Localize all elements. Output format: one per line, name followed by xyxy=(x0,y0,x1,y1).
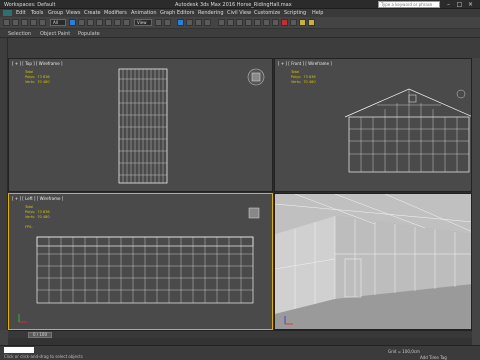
time-slider[interactable]: 0 / 100 xyxy=(8,330,472,338)
search-box[interactable] xyxy=(378,1,440,8)
left-view-wireframe xyxy=(18,207,260,323)
move-icon[interactable] xyxy=(105,19,112,26)
minimize-icon[interactable]: – xyxy=(444,1,453,8)
spinner-snap-icon[interactable] xyxy=(204,19,211,26)
window-title: Autodesk 3ds Max 2016 Horse_RidingHall.m… xyxy=(175,2,292,8)
menu-scripting[interactable]: Scripting xyxy=(284,10,306,16)
status-bar: Click or click-and-drag to select object… xyxy=(0,345,480,360)
rendered-frame-window-icon[interactable] xyxy=(299,19,306,26)
menu-group[interactable]: Group xyxy=(48,10,63,16)
menu-create[interactable]: Create xyxy=(84,10,101,16)
workspace-selector[interactable]: Workspaces: Default xyxy=(4,2,55,8)
snaps-toggle-icon[interactable] xyxy=(177,19,184,26)
menu-help[interactable]: Help xyxy=(312,10,323,16)
ribbon: Selection Object Paint Populate xyxy=(0,29,480,38)
material-editor-icon[interactable] xyxy=(281,19,288,26)
select-object-icon[interactable] xyxy=(69,19,76,26)
close-icon[interactable]: × xyxy=(466,1,475,8)
rectangular-selection-icon[interactable] xyxy=(87,19,94,26)
search-input[interactable] xyxy=(379,2,439,7)
select-by-name-icon[interactable] xyxy=(78,19,85,26)
app-logo-icon[interactable] xyxy=(3,10,12,16)
unlink-icon[interactable] xyxy=(30,19,37,26)
ribbon-panel xyxy=(0,38,480,58)
menu-modifiers[interactable]: Modifiers xyxy=(104,10,127,16)
menu-views[interactable]: Views xyxy=(66,10,80,16)
mirror-icon[interactable] xyxy=(227,19,234,26)
reference-coordinate-dropdown[interactable]: View xyxy=(134,19,152,26)
layer-explorer-icon[interactable] xyxy=(245,19,252,26)
maximize-icon[interactable]: □ xyxy=(455,1,464,8)
viewport-area: [ + ] [ Top ] [ Wireframe ] Total Polys:… xyxy=(8,58,472,330)
ribbon-tab-selection[interactable]: Selection xyxy=(8,31,31,37)
viewport-perspective[interactable] xyxy=(274,193,472,330)
main-toolbar: All View xyxy=(0,17,480,29)
maxscript-listener-input[interactable] xyxy=(4,347,34,353)
pivot-center-icon[interactable] xyxy=(155,19,162,26)
undo-icon[interactable] xyxy=(3,19,10,26)
viewport-left[interactable]: [ + ] [ Left ] [ Wireframe ] Total Polys… xyxy=(8,193,273,330)
graphite-toggle-icon[interactable] xyxy=(254,19,261,26)
viewport-top[interactable]: [ + ] [ Top ] [ Wireframe ] Total Polys:… xyxy=(8,58,273,192)
angle-snap-icon[interactable] xyxy=(186,19,193,26)
menu-tools[interactable]: Tools xyxy=(31,10,43,16)
align-icon[interactable] xyxy=(236,19,243,26)
named-selection-icon[interactable] xyxy=(218,19,225,26)
ribbon-tab-populate[interactable]: Populate xyxy=(78,31,100,37)
menu-civil-view[interactable]: Civil View xyxy=(227,10,251,16)
bind-space-warp-icon[interactable] xyxy=(39,19,46,26)
window-crossing-icon[interactable] xyxy=(96,19,103,26)
menu-animation[interactable]: Animation xyxy=(131,10,157,16)
menu-rendering[interactable]: Rendering xyxy=(198,10,224,16)
percent-snap-icon[interactable] xyxy=(195,19,202,26)
status-prompt: Click or click-and-drag to select object… xyxy=(4,354,83,359)
top-view-wireframe xyxy=(118,68,265,184)
left-tool-strip xyxy=(0,38,8,330)
menu-edit[interactable]: Edit xyxy=(16,10,26,16)
render-setup-icon[interactable] xyxy=(290,19,297,26)
menu-customize[interactable]: Customize xyxy=(254,10,280,16)
viewport-front[interactable]: [ + ] [ Front ] [ Wireframe ] Total Poly… xyxy=(274,58,472,192)
scale-icon[interactable] xyxy=(123,19,130,26)
rotate-icon[interactable] xyxy=(114,19,121,26)
track-bar[interactable] xyxy=(8,338,472,345)
redo-icon[interactable] xyxy=(12,19,19,26)
ribbon-tab-object-paint[interactable]: Object Paint xyxy=(40,31,70,37)
link-icon[interactable] xyxy=(21,19,28,26)
selection-filter-dropdown[interactable]: All xyxy=(50,19,66,26)
schematic-view-icon[interactable] xyxy=(272,19,279,26)
menu-bar: Edit Tools Group Views Create Modifiers … xyxy=(0,9,480,17)
render-production-icon[interactable] xyxy=(308,19,315,26)
curve-editor-icon[interactable] xyxy=(263,19,270,26)
front-view-wireframe xyxy=(344,88,471,173)
add-time-tag-button[interactable]: Add Time Tag xyxy=(420,355,447,360)
grid-size: Grid = 100,0cm xyxy=(388,349,420,354)
title-bar: Workspaces: Default Autodesk 3ds Max 201… xyxy=(0,0,480,9)
select-manipulate-icon[interactable] xyxy=(164,19,171,26)
perspective-interior-render xyxy=(275,194,471,329)
menu-graph-editors[interactable]: Graph Editors xyxy=(160,10,194,16)
